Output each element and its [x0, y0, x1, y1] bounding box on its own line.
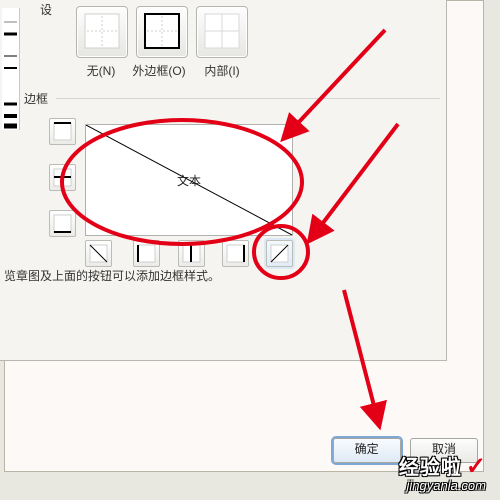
preset-none[interactable] — [76, 6, 128, 58]
edge-middle-h-icon — [50, 165, 75, 190]
diag-up-icon — [267, 241, 292, 266]
diag-up-button[interactable] — [266, 240, 293, 267]
edge-bottom-button[interactable] — [49, 210, 76, 237]
edge-middle-h-button[interactable] — [49, 164, 76, 191]
edge-right-button[interactable] — [222, 240, 249, 267]
edge-middle-v-button[interactable] — [178, 240, 205, 267]
diag-down-icon — [86, 241, 111, 266]
line-style-list[interactable] — [2, 8, 20, 130]
watermark-brand: 经验啦 — [399, 457, 462, 479]
preset-none-icon — [83, 12, 121, 50]
edge-left-icon — [134, 241, 159, 266]
border-preview: 文本 — [85, 124, 293, 236]
ok-button[interactable]: 确定 — [333, 438, 401, 463]
divider — [56, 98, 440, 99]
preset-none-label: 无(N) — [73, 62, 129, 79]
hint-text: 览章图及上面的按钮可以添加边框样式。 — [4, 267, 220, 284]
edge-top-button[interactable] — [49, 118, 76, 145]
preset-box-icon — [143, 12, 181, 50]
edge-bottom-icon — [50, 211, 75, 236]
watermark-check-icon: ✓ — [466, 453, 486, 480]
border-group-label: 边框 — [24, 90, 48, 107]
watermark-url: jingyanla.com — [399, 479, 486, 492]
preset-group-label: 设 — [40, 1, 52, 18]
edge-left-button[interactable] — [133, 240, 160, 267]
preset-box[interactable] — [136, 6, 188, 58]
preset-box-label: 外边框(O) — [131, 62, 187, 79]
diag-down-button[interactable] — [85, 240, 112, 267]
screenshot-stage: 设 无(N) 外边框(O) 内部(I) 边框 — [0, 0, 500, 500]
preset-inner-label: 内部(I) — [194, 62, 250, 79]
edge-middle-v-icon — [179, 241, 204, 266]
preset-inner[interactable] — [196, 6, 248, 58]
preview-sample-text: 文本 — [86, 125, 292, 235]
edge-right-icon — [223, 241, 248, 266]
edge-top-icon — [50, 119, 75, 144]
dialog-panel: 设 无(N) 外边框(O) 内部(I) 边框 — [0, 0, 447, 361]
watermark: 经验啦✓ jingyanla.com — [399, 455, 486, 492]
preset-inner-icon — [203, 12, 241, 50]
